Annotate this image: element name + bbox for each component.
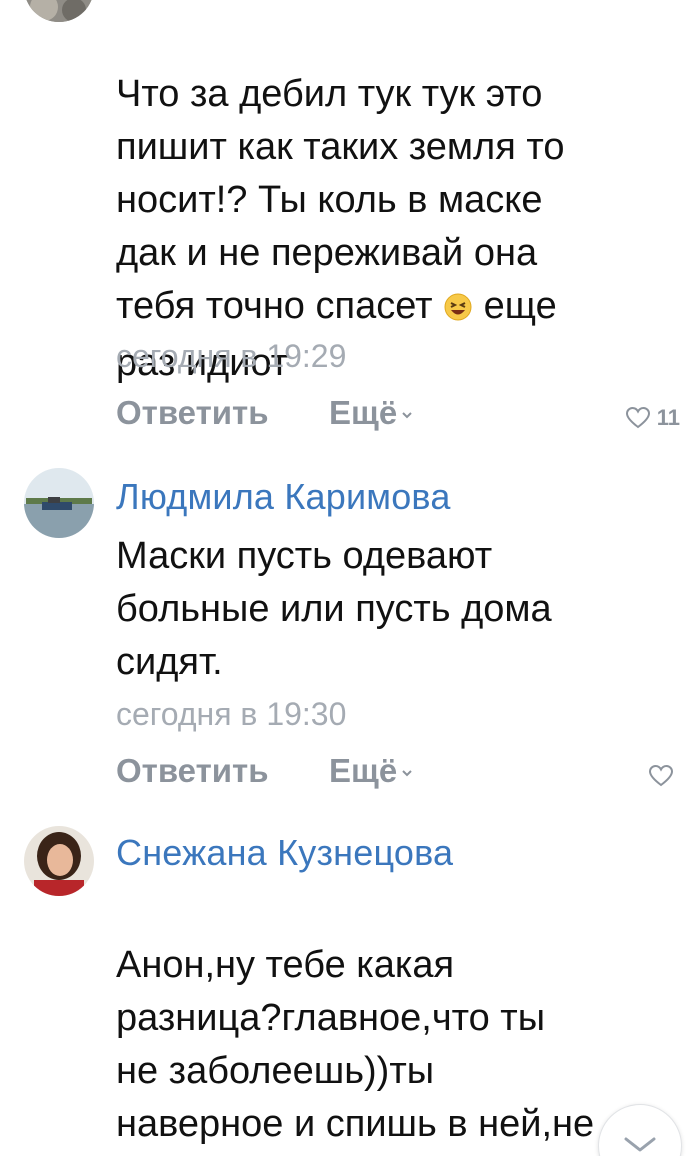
avatar-image	[24, 468, 94, 538]
reply-button[interactable]: Ответить	[116, 752, 269, 790]
comment-actions: Ответить Ещё 11	[116, 394, 680, 438]
more-button[interactable]: Ещё	[329, 752, 413, 790]
more-label: Ещё	[329, 394, 398, 431]
heart-outline-icon	[648, 764, 674, 787]
laughing-face-icon	[443, 284, 473, 337]
chevron-down-icon	[624, 1137, 656, 1152]
scroll-down-button[interactable]	[598, 1104, 682, 1156]
comment-text: Анон,ну тебе какая разница?главное,что т…	[116, 886, 676, 1156]
avatar[interactable]	[24, 826, 94, 896]
heart-outline-icon	[625, 406, 650, 429]
more-button[interactable]: Ещё	[329, 394, 413, 432]
comment-author[interactable]: Снежана Кузнецова	[116, 832, 453, 874]
avatar-image	[24, 0, 94, 22]
avatar[interactable]	[24, 0, 94, 22]
reply-button[interactable]: Ответить	[116, 394, 269, 432]
comment-item: Что за дебил тук тук это пишит как таких…	[0, 0, 700, 460]
comment-text: Маски пусть одевают больные или пусть до…	[116, 535, 552, 683]
like-button[interactable]	[648, 756, 680, 796]
like-button[interactable]: 11	[625, 398, 680, 438]
more-label: Ещё	[329, 752, 398, 789]
avatar[interactable]	[24, 468, 94, 538]
like-count: 11	[656, 405, 680, 430]
comment-author[interactable]: Людмила Каримова	[116, 476, 451, 518]
comment-timestamp: сегодня в 19:30	[116, 696, 347, 732]
comment-item: Снежана Кузнецова Анон,ну тебе какая раз…	[0, 816, 700, 1156]
comment-item: Людмила Каримова Маски пусть одевают бол…	[0, 460, 700, 816]
chevron-down-icon	[402, 412, 412, 419]
chevron-down-icon	[402, 770, 412, 777]
comments-page: Что за дебил тук тук это пишит как таких…	[0, 0, 700, 1156]
comment-text: Что за дебил тук тук это пишит как таких…	[116, 73, 565, 384]
avatar-image	[24, 826, 94, 896]
comment-actions: Ответить Ещё	[116, 752, 676, 796]
comment-timestamp: сегодня в 19:29	[116, 338, 347, 374]
